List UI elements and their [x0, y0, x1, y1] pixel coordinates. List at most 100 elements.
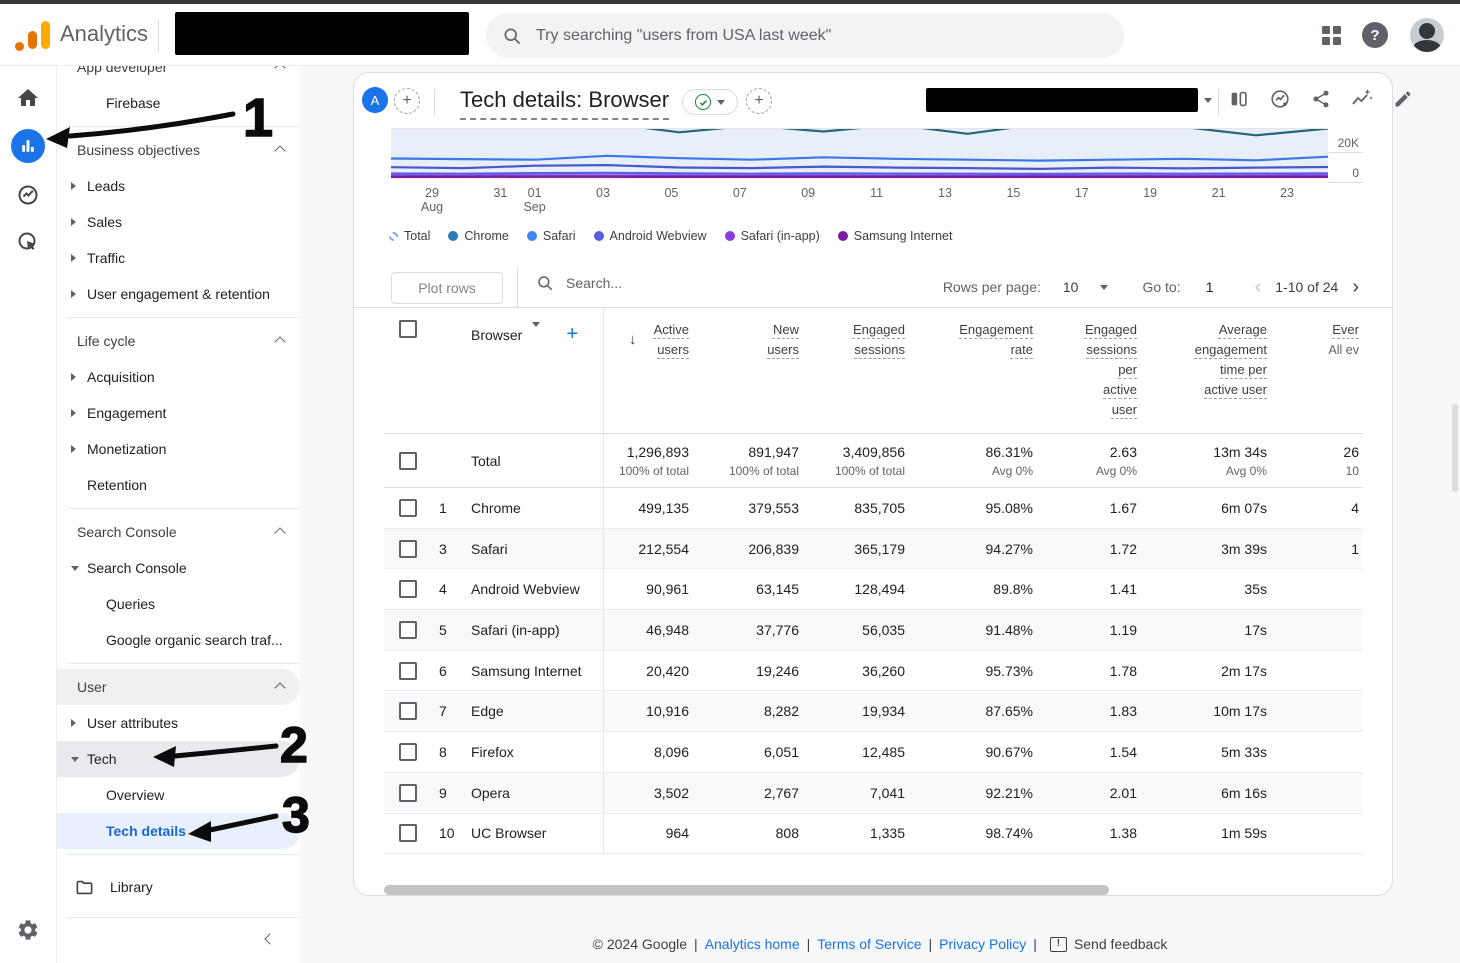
- sidebar-item-leads[interactable]: Leads: [57, 168, 300, 204]
- previous-page-icon[interactable]: ‹: [1253, 277, 1264, 297]
- comparison-icon[interactable]: [1226, 86, 1252, 112]
- global-search[interactable]: [486, 13, 1124, 58]
- sidebar-section-life-cycle[interactable]: Life cycle: [57, 323, 300, 359]
- dimension-header-browser[interactable]: Browser +: [463, 320, 603, 346]
- sidebar-item-engagement[interactable]: Engagement: [57, 395, 300, 431]
- report-status-pill[interactable]: [682, 89, 738, 115]
- expand-triangle-icon[interactable]: [71, 409, 87, 417]
- table-search-input[interactable]: [564, 274, 748, 292]
- sidebar-item-google-organic-search-traf[interactable]: Google organic search traf...: [57, 622, 300, 658]
- legend-item-total[interactable]: Total: [389, 229, 430, 243]
- nav-home-icon[interactable]: [11, 81, 45, 115]
- metric-value: 6,051: [763, 743, 799, 760]
- sidebar-item-acquisition[interactable]: Acquisition: [57, 359, 300, 395]
- expand-triangle-icon[interactable]: [71, 373, 87, 381]
- share-icon[interactable]: [1308, 86, 1334, 112]
- legend-item-chrome[interactable]: Chrome: [448, 229, 509, 243]
- sidebar-section-app-developer[interactable]: App developer: [57, 65, 300, 85]
- sidebar-item-user-engagement-retention[interactable]: User engagement & retention: [57, 276, 300, 312]
- report-title[interactable]: Tech details: Browser: [460, 87, 670, 120]
- line-chart-plot[interactable]: [391, 128, 1328, 183]
- table-horizontal-scrollbar[interactable]: [384, 885, 1109, 895]
- collapse-triangle-icon[interactable]: [71, 565, 87, 571]
- nav-explore-icon[interactable]: [11, 178, 45, 212]
- column-header-average-engagement-time-per-active-user[interactable]: Average engagement time per active user: [1141, 320, 1271, 400]
- footer-link-privacy[interactable]: Privacy Policy: [939, 936, 1026, 952]
- collapse-triangle-icon[interactable]: [71, 756, 87, 762]
- apps-grid-icon[interactable]: [1322, 26, 1341, 45]
- total-row-checkbox[interactable]: [398, 451, 417, 470]
- expand-triangle-icon[interactable]: [71, 182, 87, 190]
- goto-page-input[interactable]: [1194, 278, 1225, 296]
- column-header-new-users[interactable]: New users: [693, 320, 803, 360]
- legend-item-safari-in-app[interactable]: Safari (in-app): [724, 229, 820, 243]
- row-checkbox[interactable]: [398, 824, 417, 843]
- row-checkbox[interactable]: [398, 783, 417, 802]
- column-header-active-users[interactable]: Active users: [603, 320, 693, 360]
- sidebar-item-user-attributes[interactable]: User attributes: [57, 705, 300, 741]
- nav-advertising-icon[interactable]: [11, 225, 45, 259]
- add-comparison-icon[interactable]: +: [394, 88, 420, 114]
- sidebar-item-overview[interactable]: Overview: [57, 777, 300, 813]
- sidebar-item-tech-details[interactable]: Tech details: [57, 813, 300, 849]
- sidebar-item-library[interactable]: Library: [57, 869, 300, 905]
- plot-rows-button[interactable]: Plot rows: [391, 272, 503, 304]
- legend-item-samsung-internet[interactable]: Samsung Internet: [837, 229, 952, 243]
- insights-sparkline-icon[interactable]: [1349, 86, 1375, 112]
- column-header-engagement-rate[interactable]: Engagement rate: [909, 320, 1037, 360]
- sort-descending-icon[interactable]: ↓: [629, 331, 637, 348]
- global-search-input[interactable]: [534, 25, 1084, 46]
- sidebar-section-user[interactable]: User: [57, 669, 300, 705]
- legend-item-safari[interactable]: Safari: [526, 229, 576, 243]
- collapse-sidebar-icon[interactable]: [258, 927, 282, 951]
- sidebar-section-business-objectives[interactable]: Business objectives: [57, 132, 300, 168]
- nav-reports-icon[interactable]: [11, 129, 45, 163]
- column-header-engaged-sessions[interactable]: Engaged sessions: [803, 320, 909, 360]
- insights-icon[interactable]: [1267, 86, 1293, 112]
- expand-triangle-icon[interactable]: [71, 445, 87, 453]
- user-avatar[interactable]: [1410, 18, 1444, 52]
- redacted-account-name[interactable]: [175, 12, 469, 55]
- main-vertical-scrollbar[interactable]: [1452, 404, 1458, 492]
- add-metric-icon[interactable]: +: [566, 323, 578, 346]
- sidebar-item-sales[interactable]: Sales: [57, 204, 300, 240]
- footer-link-terms[interactable]: Terms of Service: [817, 936, 921, 952]
- sidebar-item-traffic[interactable]: Traffic: [57, 240, 300, 276]
- footer-link-analytics-home[interactable]: Analytics home: [705, 936, 800, 952]
- edit-pencil-icon[interactable]: [1390, 86, 1416, 112]
- table-search[interactable]: [536, 274, 748, 292]
- expand-triangle-icon[interactable]: [71, 254, 87, 262]
- sidebar-item-firebase[interactable]: Firebase: [57, 85, 300, 121]
- sidebar-item-queries[interactable]: Queries: [57, 586, 300, 622]
- chevron-down-icon[interactable]: [532, 321, 541, 343]
- google-analytics-logo-icon[interactable]: [15, 19, 52, 51]
- column-header-engaged-sessions-per-active-user[interactable]: Engaged sessions per active user: [1037, 320, 1141, 420]
- sidebar-section-search-console[interactable]: Search Console: [57, 514, 300, 550]
- row-checkbox[interactable]: [398, 620, 417, 639]
- account-badge[interactable]: A: [362, 87, 388, 113]
- help-icon[interactable]: ?: [1362, 22, 1388, 48]
- sidebar-item-tech[interactable]: Tech: [57, 741, 300, 777]
- sidebar-item-search-console[interactable]: Search Console: [57, 550, 300, 586]
- select-all-checkbox[interactable]: [398, 320, 417, 338]
- expand-triangle-icon[interactable]: [71, 218, 87, 226]
- rows-per-page-caret-icon[interactable]: [1100, 284, 1109, 290]
- add-report-tab-icon[interactable]: +: [746, 88, 772, 114]
- expand-triangle-icon[interactable]: [71, 290, 87, 298]
- settings-gear-icon[interactable]: [11, 913, 45, 947]
- redacted-date-range-selector[interactable]: [926, 88, 1198, 112]
- sidebar-item-monetization[interactable]: Monetization: [57, 431, 300, 467]
- row-checkbox[interactable]: [398, 498, 417, 517]
- row-checkbox[interactable]: [398, 539, 417, 558]
- row-checkbox[interactable]: [398, 702, 417, 721]
- next-page-icon[interactable]: ›: [1350, 277, 1361, 297]
- row-checkbox[interactable]: [398, 661, 417, 680]
- expand-triangle-icon[interactable]: [71, 719, 87, 727]
- row-checkbox[interactable]: [398, 580, 417, 599]
- column-header-ever[interactable]: Ever All ev: [1271, 320, 1363, 360]
- rows-per-page-value[interactable]: 10: [1063, 279, 1079, 295]
- sidebar-item-retention[interactable]: Retention: [57, 467, 300, 503]
- legend-item-android-webview[interactable]: Android Webview: [593, 229, 707, 243]
- send-feedback-label[interactable]: Send feedback: [1074, 936, 1167, 952]
- row-checkbox[interactable]: [398, 742, 417, 761]
